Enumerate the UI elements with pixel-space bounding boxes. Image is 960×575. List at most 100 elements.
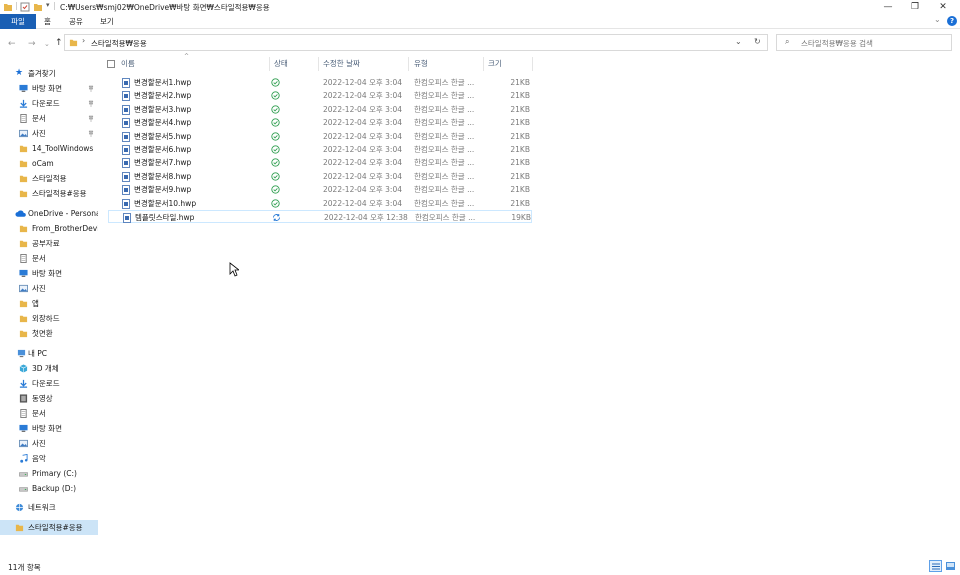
- recent-locations-icon[interactable]: ⌄: [44, 39, 50, 49]
- sidebar-item[interactable]: 앱: [0, 296, 98, 311]
- file-type: 한컴오피스 한글 ...: [414, 118, 475, 128]
- sidebar-item[interactable]: 사진: [0, 281, 98, 296]
- file-row[interactable]: 변경할문서6.hwp 2022-12-04 오후 3:04 한컴오피스 한글 ...…: [108, 143, 532, 156]
- address-bar[interactable]: › 스타일적용₩응용 ⌄ ↻: [64, 34, 768, 51]
- column-header-name[interactable]: 이름: [121, 57, 135, 71]
- file-row[interactable]: 변경할문서2.hwp 2022-12-04 오후 3:04 한컴오피스 한글 ...…: [108, 89, 532, 102]
- sync-complete-icon: [271, 172, 280, 181]
- music-icon: [20, 454, 28, 463]
- file-name: 변경할문서1.hwp: [134, 78, 192, 87]
- column-divider[interactable]: [532, 57, 533, 71]
- minimize-button[interactable]: —: [873, 0, 903, 14]
- close-button[interactable]: ✕: [928, 0, 958, 14]
- sidebar-network[interactable]: 네트워크: [0, 500, 98, 515]
- network-icon: [15, 503, 24, 512]
- file-type: 한컴오피스 한글 ...: [414, 198, 475, 208]
- status-bar: 11개 항목: [0, 558, 960, 575]
- file-row[interactable]: 변경할문서9.hwp 2022-12-04 오후 3:04 한컴오피스 한글 ...…: [108, 183, 532, 196]
- file-modified: 2022-12-04 오후 3:04: [323, 91, 402, 101]
- hwp-file-icon: [122, 198, 130, 209]
- properties-icon[interactable]: [20, 2, 30, 12]
- column-header-size[interactable]: 크기: [488, 57, 502, 71]
- sidebar-item[interactable]: 3D 개체: [0, 361, 98, 376]
- file-modified: 2022-12-04 오후 3:04: [323, 118, 402, 128]
- breadcrumb-chevron-icon[interactable]: ›: [82, 36, 85, 45]
- maximize-button[interactable]: ❐: [900, 0, 930, 14]
- qa-dropdown-icon[interactable]: ▾: [46, 1, 50, 9]
- sidebar-item[interactable]: Primary (C:): [0, 466, 98, 481]
- file-row[interactable]: 템플릿스타일.hwp 2022-12-04 오후 12:38 한컴오피스 한글 ..…: [108, 210, 532, 224]
- sidebar-item-selected[interactable]: 스타일적용#응용: [0, 520, 98, 535]
- address-dropdown-icon[interactable]: ⌄: [735, 37, 742, 46]
- sidebar-item[interactable]: 음악: [0, 451, 98, 466]
- help-icon[interactable]: ?: [947, 16, 957, 26]
- file-name: 변경할문서8.hwp: [134, 171, 192, 181]
- file-row[interactable]: 변경할문서4.hwp 2022-12-04 오후 3:04 한컴오피스 한글 ...…: [108, 116, 532, 129]
- large-icons-view-icon: [946, 562, 955, 570]
- back-button[interactable]: ←: [8, 39, 16, 49]
- drive-icon: [19, 472, 28, 477]
- file-modified: 2022-12-04 오후 3:04: [323, 198, 402, 208]
- file-size: 21KB: [510, 158, 530, 168]
- file-modified: 2022-12-04 오후 12:38: [324, 213, 408, 222]
- qa-separator: |: [53, 1, 56, 10]
- sync-complete-icon: [271, 118, 280, 127]
- tab-share[interactable]: 공유: [62, 14, 90, 29]
- file-type: 한컴오피스 한글 ...: [414, 145, 475, 154]
- sidebar-item[interactable]: 사진: [0, 436, 98, 451]
- up-button[interactable]: ↑: [55, 38, 63, 48]
- details-view-button[interactable]: [929, 560, 942, 572]
- sidebar-item[interactable]: 공부자료: [0, 236, 98, 251]
- sidebar-item[interactable]: 바탕 화면: [0, 421, 98, 436]
- sync-complete-icon: [271, 131, 280, 141]
- file-size: 21KB: [510, 91, 530, 101]
- forward-button[interactable]: →: [28, 39, 36, 49]
- sync-pending-icon: [273, 214, 280, 221]
- new-folder-icon[interactable]: [33, 2, 43, 12]
- sidebar-item[interactable]: 외장하드: [0, 311, 98, 326]
- refresh-button[interactable]: ↻: [754, 37, 761, 46]
- sidebar-item[interactable]: 바탕 화면: [0, 266, 98, 281]
- file-row[interactable]: 변경할문서8.hwp 2022-12-04 오후 3:04 한컴오피스 한글 ...…: [108, 170, 532, 183]
- file-size: 21KB: [510, 78, 530, 87]
- sidebar-item[interactable]: 다운로드: [0, 376, 98, 391]
- file-row[interactable]: 변경할문서5.hwp 2022-12-04 오후 3:04 한컴오피스 한글 ...…: [108, 130, 532, 143]
- file-row[interactable]: 변경할문서7.hwp 2022-12-04 오후 3:04 한컴오피스 한글 ...…: [108, 156, 532, 169]
- window-title: C:₩Users₩smj02₩OneDrive₩바탕 화면₩스타일적용₩응용: [60, 3, 270, 12]
- file-type: 한컴오피스 한글 ...: [414, 131, 475, 141]
- file-row[interactable]: 변경할문서1.hwp 2022-12-04 오후 3:04 한컴오피스 한글 ...…: [108, 76, 532, 89]
- select-all-checkbox[interactable]: [107, 60, 115, 68]
- sidebar-item[interactable]: Backup (D:): [0, 481, 98, 496]
- column-divider[interactable]: [408, 57, 409, 71]
- folder-icon: [69, 39, 78, 47]
- column-header-status[interactable]: 상태: [274, 57, 288, 71]
- tab-home[interactable]: 홈: [37, 14, 58, 29]
- column-divider[interactable]: [269, 57, 270, 71]
- sidebar-item[interactable]: 문서: [0, 251, 98, 266]
- details-view-icon: [932, 563, 940, 570]
- sidebar-item[interactable]: 동영상: [0, 391, 98, 406]
- 3d-objects-icon: [19, 364, 28, 373]
- sync-complete-icon: [271, 91, 280, 101]
- ribbon-expand-icon[interactable]: ⌄: [934, 15, 941, 24]
- sync-complete-icon: [271, 105, 280, 114]
- column-header-modified[interactable]: 수정한 날짜: [323, 57, 360, 71]
- column-header-type[interactable]: 유형: [414, 57, 428, 71]
- file-type: 한컴오피스 한글 ...: [415, 213, 476, 222]
- breadcrumb[interactable]: 스타일적용₩응용: [91, 38, 147, 49]
- column-divider[interactable]: [483, 57, 484, 71]
- sidebar-item[interactable]: 문서: [0, 406, 98, 421]
- search-input[interactable]: ⌕ 스타일적용₩응용 검색: [776, 34, 952, 51]
- sidebar-item[interactable]: 첫면환: [0, 326, 98, 341]
- file-name: 템플릿스타일.hwp: [135, 213, 195, 222]
- tab-file[interactable]: 파일: [0, 14, 36, 29]
- column-divider[interactable]: [318, 57, 319, 71]
- sidebar-this-pc[interactable]: 내 PC: [0, 346, 98, 361]
- thumbnail-view-button[interactable]: [944, 560, 957, 572]
- file-name: 변경할문서4.hwp: [134, 118, 192, 128]
- file-row[interactable]: 변경할문서3.hwp 2022-12-04 오후 3:04 한컴오피스 한글 ...…: [108, 103, 532, 116]
- hwp-file-icon: [122, 104, 130, 115]
- tab-view[interactable]: 보기: [93, 14, 121, 29]
- folder-icon: [4, 4, 12, 11]
- file-row[interactable]: 변경할문서10.hwp 2022-12-04 오후 3:04 한컴오피스 한글 ..…: [108, 197, 532, 210]
